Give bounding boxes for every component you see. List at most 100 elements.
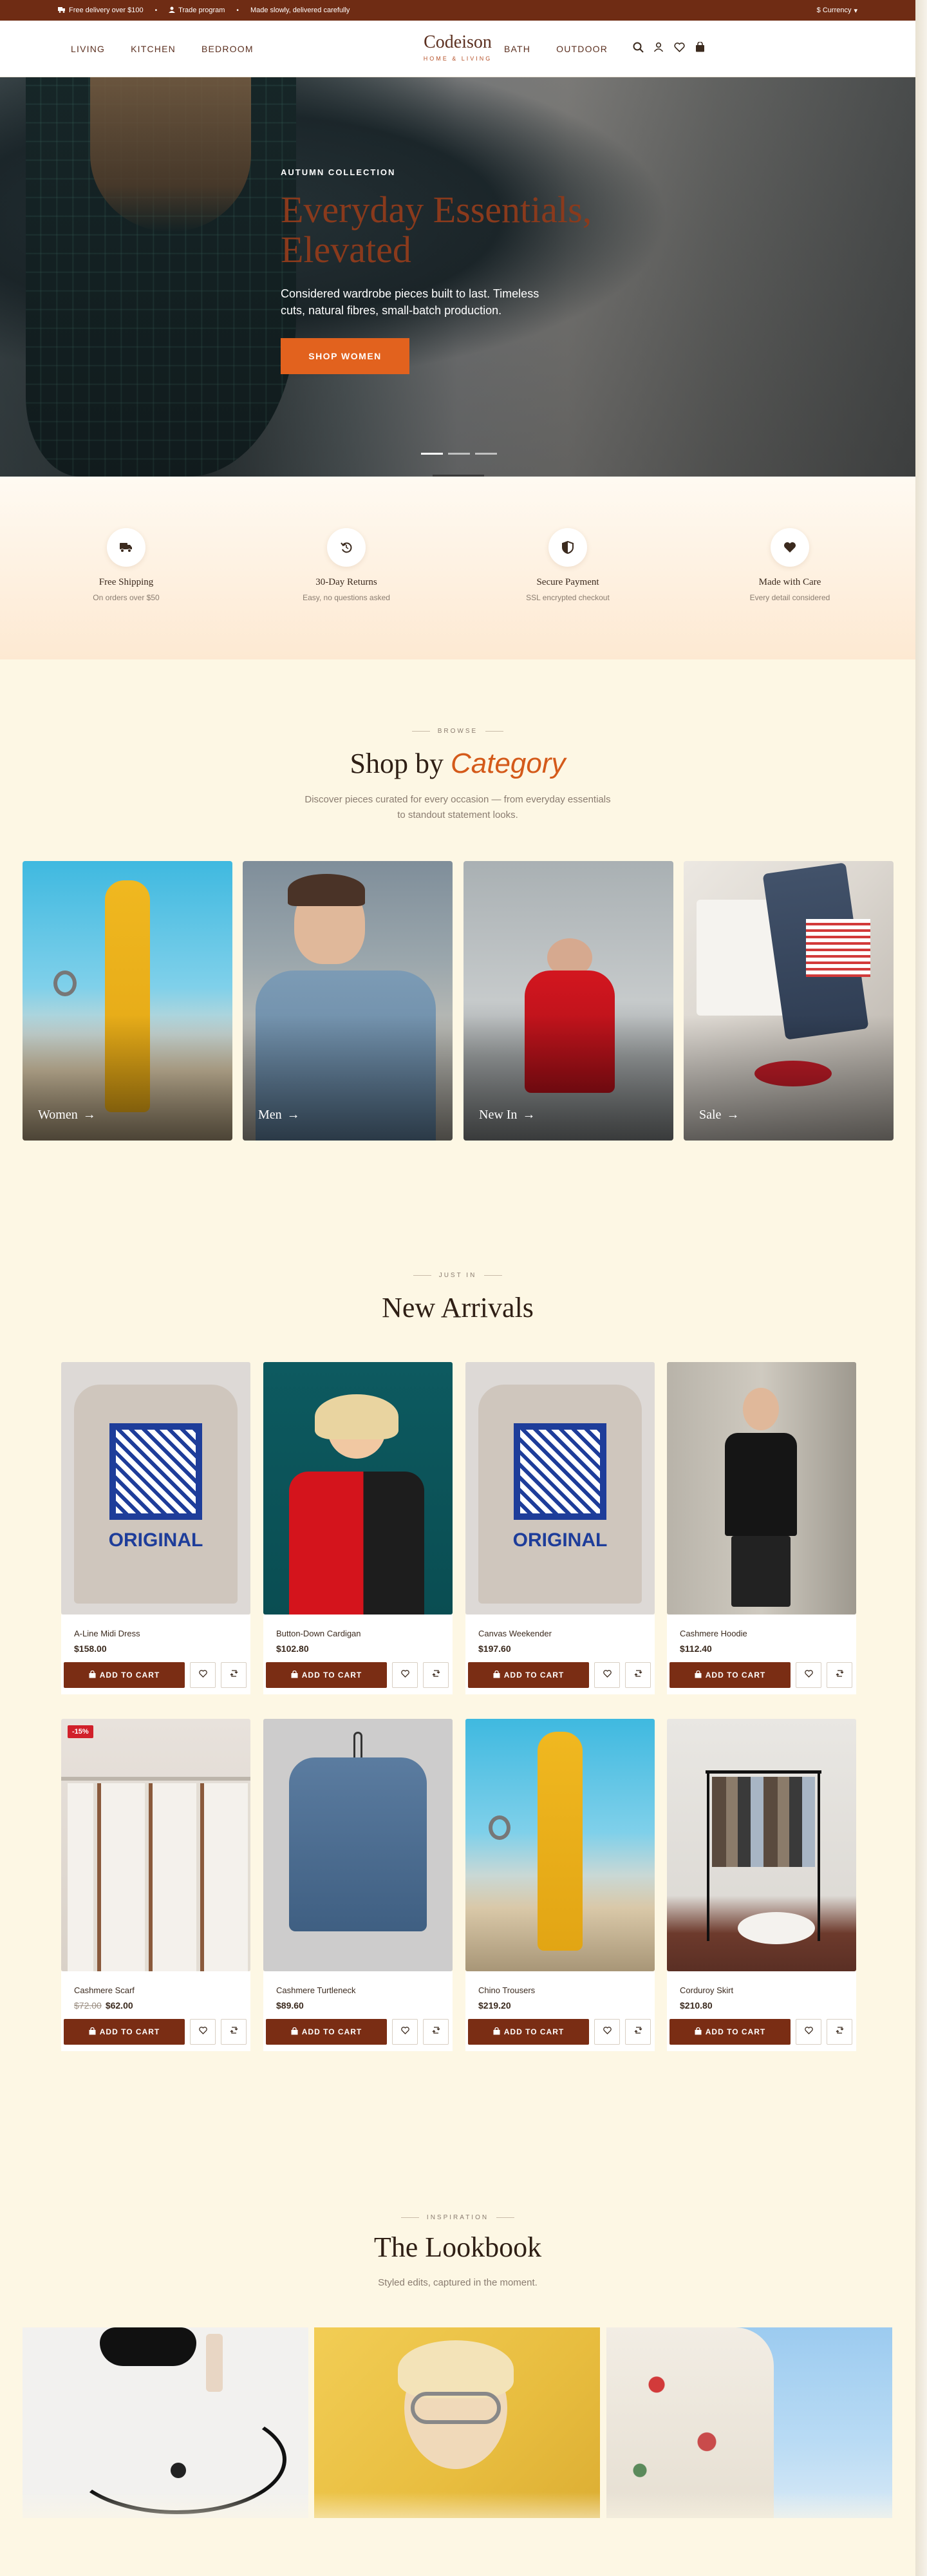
currency-selector[interactable]: $ Currency ▾ [817, 6, 857, 15]
product-name[interactable]: Button-Down Cardigan [276, 1629, 440, 1638]
truck-icon [107, 528, 145, 567]
feature-title: Secure Payment [536, 577, 599, 587]
product-image[interactable]: ORIGINAL [465, 1362, 655, 1615]
product-name[interactable]: Cashmere Turtleneck [276, 1985, 440, 1995]
feature-subtitle: Every detail considered [749, 593, 830, 602]
rail-shape [61, 1777, 250, 1781]
add-to-cart-label: ADD TO CART [301, 1671, 362, 1680]
lookbook-image-floral[interactable] [606, 2327, 892, 2518]
cart-icon[interactable] [694, 41, 706, 53]
nav-link-bath[interactable]: BATH [504, 44, 530, 54]
site-logo[interactable]: Codeison HOME & LIVING [0, 33, 915, 62]
scrollbar[interactable] [915, 0, 927, 2576]
compare-icon [432, 2026, 440, 2038]
compare-button[interactable] [221, 2019, 247, 2045]
compare-button[interactable] [625, 2019, 651, 2045]
feature-subtitle: Easy, no questions asked [303, 593, 390, 602]
compare-button[interactable] [423, 2019, 449, 2045]
trade-program-link[interactable]: Trade program [169, 6, 225, 15]
product-image[interactable] [263, 1719, 453, 1971]
product-name[interactable]: Canvas Weekender [478, 1629, 642, 1638]
category-card-sale[interactable]: Sale → [684, 861, 894, 1141]
compare-button[interactable] [827, 1662, 852, 1688]
wishlist-button[interactable] [392, 2019, 418, 2045]
product-card[interactable]: ORIGINAL Canvas Weekender $197.60 ADD TO… [465, 1362, 655, 1694]
feature-title: Made with Care [758, 577, 821, 587]
product-card[interactable]: Cashmere Turtleneck $89.60 ADD TO CART [263, 1719, 453, 2051]
product-card[interactable]: Button-Down Cardigan $102.80 ADD TO CART [263, 1362, 453, 1694]
add-to-cart-button[interactable]: ADD TO CART [670, 2019, 791, 2045]
free-delivery-text: Free delivery over $100 [69, 6, 144, 14]
price-value: $89.60 [276, 2000, 304, 2011]
wishlist-button[interactable] [796, 2019, 821, 2045]
hero-slider-dots [421, 453, 497, 455]
product-actions: ADD TO CART [465, 1656, 655, 1694]
divider [411, 731, 430, 732]
product-image[interactable] [667, 1719, 856, 1971]
product-name[interactable]: Corduroy Skirt [680, 1985, 843, 1995]
product-card[interactable]: Corduroy Skirt $210.80 ADD TO CART [667, 1719, 856, 2051]
add-to-cart-button[interactable]: ADD TO CART [468, 2019, 589, 2045]
primary-nav-right: BATH OUTDOOR [504, 44, 608, 54]
model-figure [538, 1732, 583, 1951]
product-image[interactable]: ORIGINAL [61, 1362, 250, 1615]
product-name[interactable]: Cashmere Hoodie [680, 1629, 843, 1638]
category-card-men[interactable]: Men → [243, 861, 453, 1141]
print-text: ORIGINAL [108, 1530, 203, 1551]
add-to-cart-button[interactable]: ADD TO CART [670, 1662, 791, 1688]
bag-icon [695, 1670, 702, 1680]
wishlist-icon[interactable] [673, 41, 685, 53]
categories-title: Shop by Category [0, 747, 915, 780]
compare-button[interactable] [625, 1662, 651, 1688]
product-image[interactable] [263, 1362, 453, 1615]
arrivals-title: New Arrivals [382, 1292, 534, 1323]
wishlist-button[interactable] [594, 2019, 620, 2045]
header-actions [632, 41, 706, 53]
product-name[interactable]: Cashmere Scarf [74, 1985, 238, 1995]
hanging-clothes [712, 1777, 815, 1867]
price-value: $102.80 [276, 1643, 309, 1654]
wishlist-button[interactable] [190, 1662, 216, 1688]
add-to-cart-button[interactable]: ADD TO CART [266, 1662, 387, 1688]
bag-icon [291, 2027, 298, 2037]
lookbook-image-accessories[interactable] [23, 2327, 308, 2518]
eyebrow-text: INSPIRATION [426, 2214, 489, 2221]
add-to-cart-button[interactable]: ADD TO CART [468, 1662, 589, 1688]
product-image[interactable] [667, 1362, 856, 1615]
category-card-women[interactable]: Women → [23, 861, 232, 1141]
category-label: New In → [479, 1108, 535, 1122]
compare-button[interactable] [423, 1662, 449, 1688]
category-card-new-in[interactable]: New In → [464, 861, 673, 1141]
product-card[interactable]: Cashmere Hoodie $112.40 ADD TO CART [667, 1362, 856, 1694]
heart-outline-icon [198, 1669, 207, 1681]
compare-button[interactable] [221, 1662, 247, 1688]
search-icon[interactable] [632, 41, 644, 53]
wishlist-button[interactable] [190, 2019, 216, 2045]
account-icon[interactable] [653, 41, 664, 53]
title-plain: Shop by [350, 748, 444, 779]
slider-dot-1[interactable] [421, 453, 443, 455]
slider-dot-3[interactable] [475, 453, 497, 455]
product-actions: ADD TO CART [263, 1656, 453, 1694]
product-image[interactable] [465, 1719, 655, 1971]
product-card[interactable]: -15% Cashmere Scarf $72.00 $62.00 ADD TO … [61, 1719, 250, 2051]
product-name[interactable]: A-Line Midi Dress [74, 1629, 238, 1638]
lookbook-image-portrait[interactable] [314, 2327, 600, 2518]
add-to-cart-button[interactable]: ADD TO CART [64, 2019, 185, 2045]
add-to-cart-button[interactable]: ADD TO CART [266, 2019, 387, 2045]
hoop-shape [489, 1815, 510, 1840]
product-image[interactable]: -15% [61, 1719, 250, 1971]
wishlist-button[interactable] [594, 1662, 620, 1688]
nav-link-outdoor[interactable]: OUTDOOR [556, 44, 608, 54]
product-card[interactable]: Chino Trousers $219.20 ADD TO CART [465, 1719, 655, 2051]
wishlist-button[interactable] [392, 1662, 418, 1688]
shop-women-button[interactable]: SHOP WOMEN [281, 338, 409, 374]
compare-button[interactable] [827, 2019, 852, 2045]
wishlist-button[interactable] [796, 1662, 821, 1688]
product-name[interactable]: Chino Trousers [478, 1985, 642, 1995]
logo-name: Codeison [424, 32, 492, 52]
slider-dot-2[interactable] [448, 453, 470, 455]
add-to-cart-button[interactable]: ADD TO CART [64, 1662, 185, 1688]
compare-icon [230, 2026, 238, 2038]
product-card[interactable]: ORIGINAL A-Line Midi Dress $158.00 ADD T… [61, 1362, 250, 1694]
